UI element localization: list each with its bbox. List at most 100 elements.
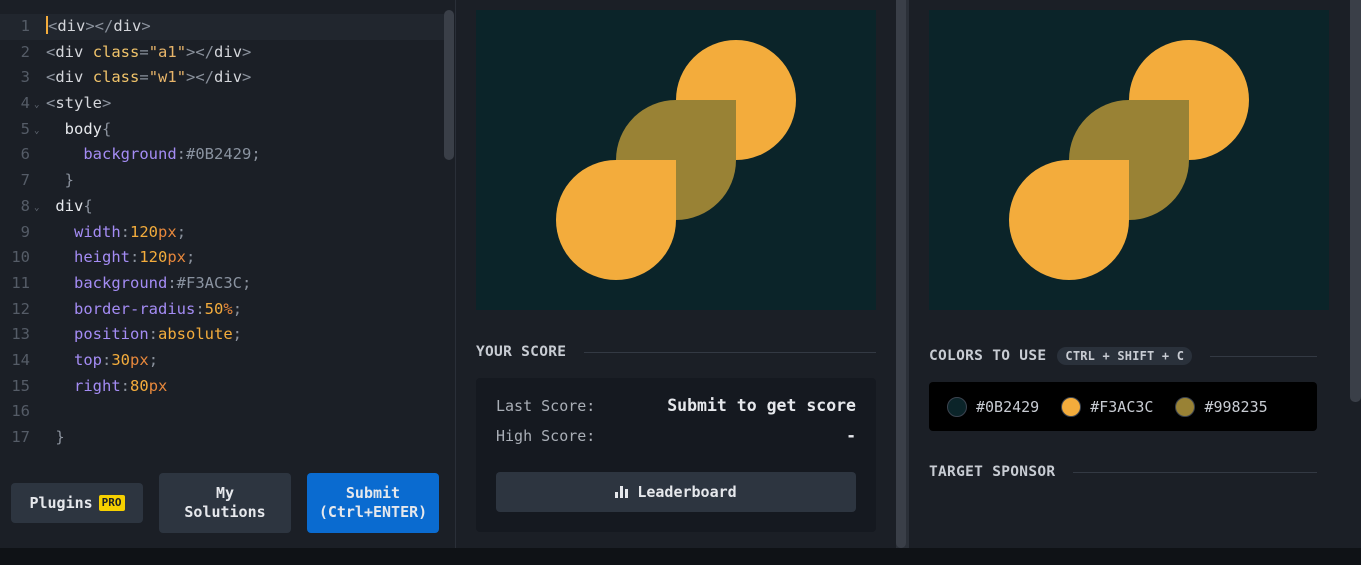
line-content: <div class="a1"></div> [46, 42, 252, 61]
code-line[interactable]: 11 background:#F3AC3C; [0, 271, 444, 297]
line-content: body{ [64, 119, 112, 138]
colors-heading: COLORS TO USE CTRL + SHIFT + C [929, 347, 1317, 365]
line-content: top:30px; [74, 350, 159, 369]
output-panel: YOUR SCORE Last Score: Submit to get sco… [457, 0, 894, 548]
line-number: 7 [20, 171, 30, 190]
line-content: <style> [46, 94, 112, 113]
high-score-row: High Score: - [496, 426, 856, 445]
code-line[interactable]: 10 height:120px; [0, 245, 444, 271]
line-content: } [64, 171, 75, 190]
line-content: background:#0B2429; [83, 145, 261, 164]
code-line[interactable]: 9 width:120px; [0, 220, 444, 246]
my-solutions-button[interactable]: My Solutions [159, 473, 291, 533]
heading-divider [1210, 355, 1317, 357]
color-dot [1175, 396, 1196, 417]
color-hex: #0B2429 [976, 397, 1040, 416]
line-content: } [55, 428, 65, 446]
line-content: right:80px [74, 376, 168, 395]
line-content: <div></div> [46, 16, 151, 35]
line-content: position:absolute; [74, 325, 242, 344]
code-line[interactable]: 17 } [0, 425, 444, 451]
line-number: 14 [11, 350, 30, 369]
fold-chevron-icon[interactable]: ⌄ [34, 93, 39, 119]
target-sponsor-title: TARGET SPONSOR [929, 464, 1056, 480]
last-score-value: Submit to get score [667, 396, 856, 415]
code-line[interactable]: 15 right:80px [0, 374, 444, 400]
fold-chevron-icon[interactable]: ⌄ [34, 119, 39, 145]
code-line[interactable]: 7 } [0, 168, 444, 194]
line-number: 2 [20, 42, 30, 61]
editor-scrollbar[interactable] [444, 10, 454, 160]
plugins-label: Plugins [29, 493, 93, 512]
code-line[interactable]: 1 <div></div> [0, 14, 444, 40]
code-editor[interactable]: 1 <div></div> 2 <div class="a1"></div> 3 <div… [0, 14, 444, 454]
divider-handle[interactable] [896, 0, 906, 548]
leaderboard-label: Leaderboard [637, 483, 737, 501]
my-solutions-label: My Solutions [184, 484, 266, 521]
line-number: 16 [11, 402, 30, 421]
line-number: 6 [20, 145, 30, 164]
panel-resize-divider[interactable] [896, 0, 909, 548]
last-score-label: Last Score: [496, 396, 596, 415]
target-panel: COLORS TO USE CTRL + SHIFT + C #0B2429 #… [909, 0, 1361, 548]
line-number: 10 [11, 248, 30, 267]
line-content: width:120px; [74, 222, 187, 241]
code-line[interactable]: 6 background:#0B2429; [0, 142, 444, 168]
target-drop-bottom [1009, 160, 1129, 280]
line-number: 11 [11, 273, 30, 292]
code-line[interactable]: 12 border-radius:50%; [0, 297, 444, 323]
submit-label: Submit (Ctrl+ENTER) [318, 484, 428, 521]
code-line[interactable]: 16 [0, 399, 444, 425]
code-editor-panel: 1 <div></div> 2 <div class="a1"></div> 3 <div… [0, 0, 456, 548]
target-preview[interactable] [929, 10, 1329, 310]
high-score-label: High Score: [496, 426, 596, 445]
line-number: 12 [11, 299, 30, 318]
color-swatches: #0B2429 #F3AC3C #998235 [929, 382, 1317, 431]
line-content: background:#F3AC3C; [74, 273, 252, 292]
page-scrollbar[interactable] [1350, 0, 1361, 402]
color-dot [1061, 396, 1082, 417]
code-line[interactable]: 2 <div class="a1"></div> [0, 40, 444, 66]
line-number: 13 [11, 325, 30, 344]
code-line[interactable]: 3 <div class="w1"></div> [0, 65, 444, 91]
bottom-bar [0, 548, 1361, 565]
score-card: Last Score: Submit to get score High Sco… [476, 378, 876, 532]
color-hex: #F3AC3C [1090, 397, 1154, 416]
line-content: <div class="w1"></div> [46, 68, 252, 87]
code-line[interactable]: 8 ⌄ div{ [0, 194, 444, 220]
output-preview[interactable] [476, 10, 876, 310]
color-swatch[interactable]: #0B2429 [947, 396, 1040, 417]
code-line[interactable]: 4 ⌄ <style> [0, 91, 444, 117]
last-score-row: Last Score: Submit to get score [496, 396, 856, 415]
line-content: div{ [55, 196, 93, 215]
your-score-heading: YOUR SCORE [476, 344, 876, 360]
line-number: 1 [20, 17, 30, 35]
pro-badge: PRO [98, 495, 125, 511]
line-number: 9 [20, 222, 30, 241]
line-number: 15 [11, 376, 30, 395]
heading-divider [584, 351, 876, 353]
color-swatch[interactable]: #998235 [1175, 396, 1268, 417]
submit-button[interactable]: Submit (Ctrl+ENTER) [307, 473, 439, 533]
leaderboard-button[interactable]: Leaderboard [496, 472, 856, 512]
output-drop-bottom [556, 160, 676, 280]
high-score-value: - [846, 426, 856, 445]
target-sponsor-heading: TARGET SPONSOR [929, 464, 1317, 480]
color-swatch[interactable]: #F3AC3C [1061, 396, 1154, 417]
editor-actions: Plugins PRO My Solutions Submit (Ctrl+EN… [0, 470, 456, 536]
your-score-title: YOUR SCORE [476, 344, 567, 360]
line-number: 17 [11, 428, 30, 446]
fold-chevron-icon[interactable]: ⌄ [34, 196, 39, 222]
color-dot [947, 396, 967, 417]
code-line[interactable]: 14 top:30px; [0, 348, 444, 374]
code-line[interactable]: 13 position:absolute; [0, 322, 444, 348]
copy-colors-shortcut: CTRL + SHIFT + C [1057, 347, 1193, 365]
code-line[interactable]: 5 ⌄ body{ [0, 117, 444, 143]
line-content: border-radius:50%; [74, 299, 243, 318]
bar-chart-icon [615, 486, 629, 498]
plugins-button[interactable]: Plugins PRO [11, 483, 143, 523]
line-content: height:120px; [74, 248, 196, 267]
colors-title: COLORS TO USE [929, 348, 1047, 364]
heading-divider [1073, 471, 1317, 473]
line-number: 3 [20, 68, 30, 87]
